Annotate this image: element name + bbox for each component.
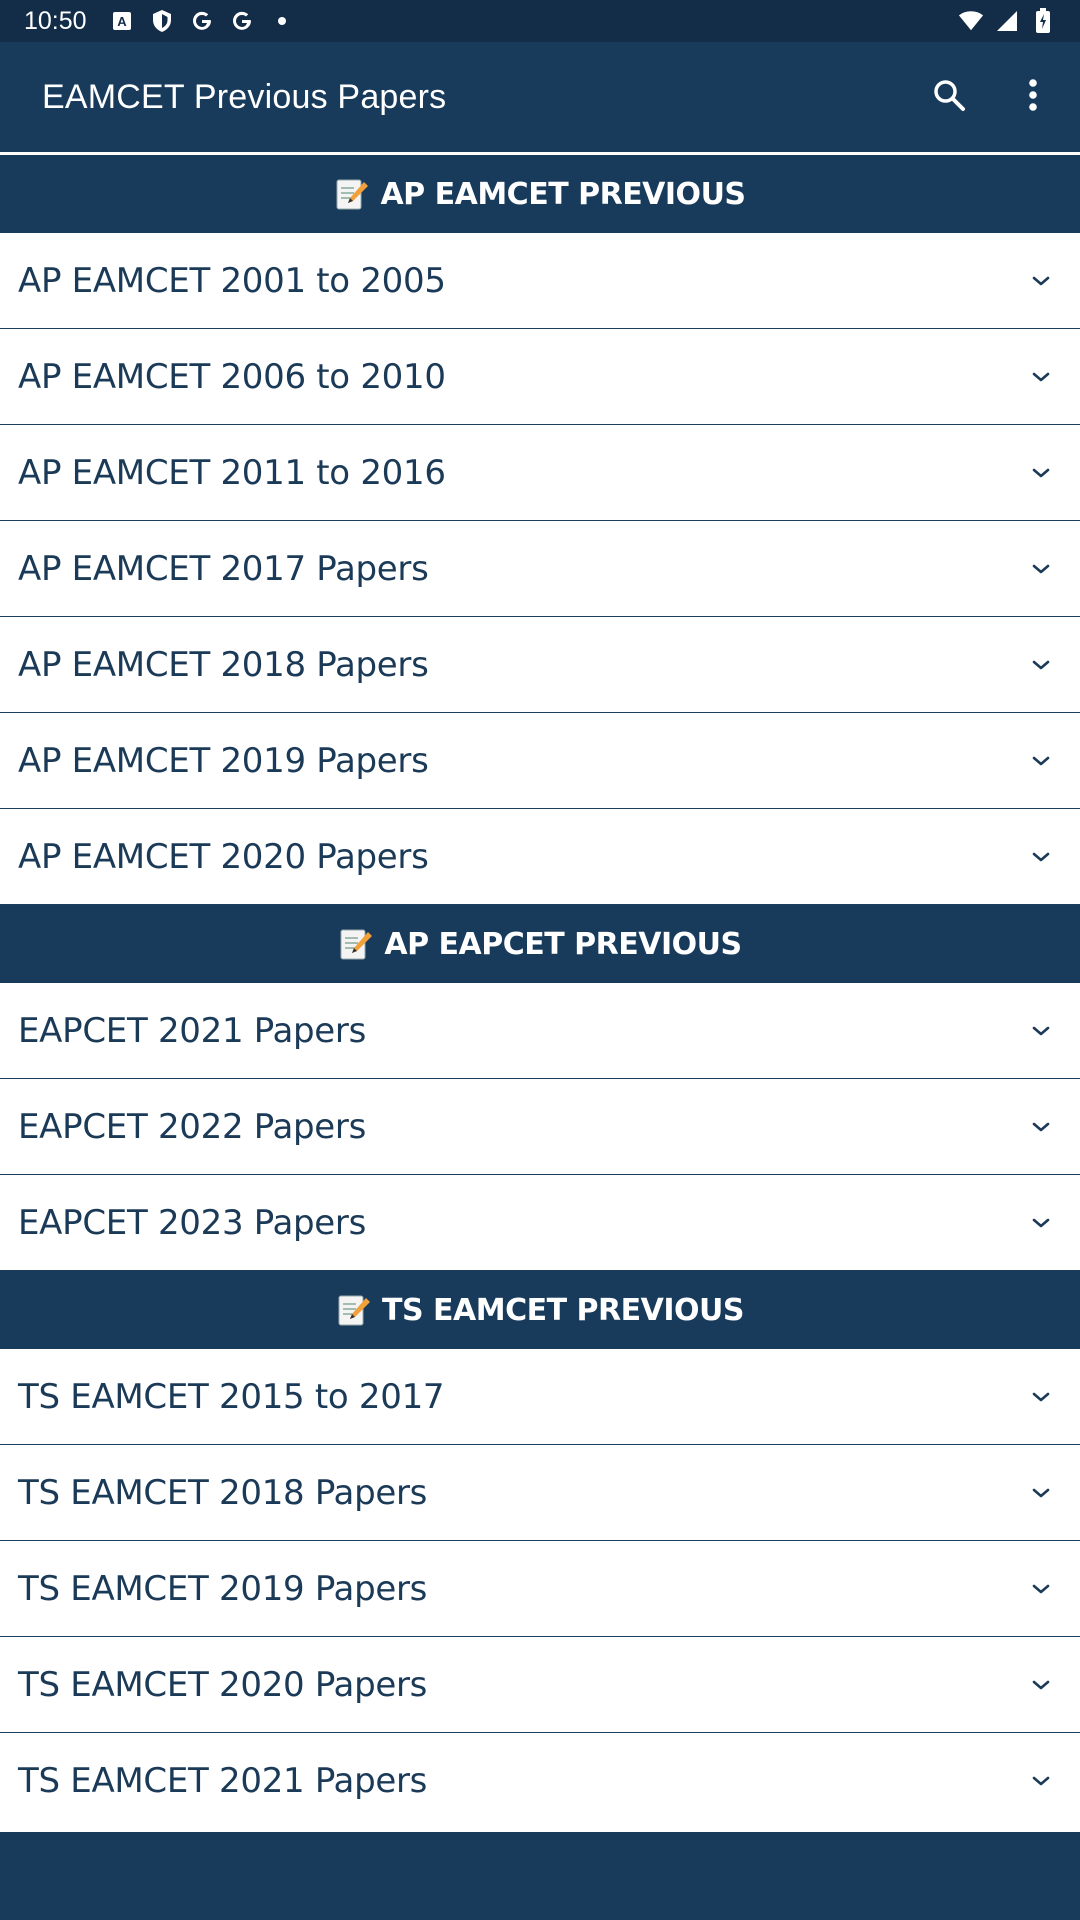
list-item-label: TS EAMCET 2019 Papers <box>18 1568 428 1609</box>
section-title: AP EAPCET PREVIOUS <box>384 926 742 962</box>
signal-icon <box>994 8 1020 34</box>
app-actions <box>912 60 1080 134</box>
chevron-down-icon <box>1026 1016 1056 1046</box>
list-item[interactable]: EAPCET 2021 Papers <box>0 983 1080 1079</box>
chevron-down-icon <box>1026 362 1056 392</box>
list-item-label: AP EAMCET 2006 to 2010 <box>18 356 446 397</box>
status-left: 10:50 A <box>24 7 295 36</box>
section-header-ap-eapcet: AP EAPCET PREVIOUS <box>0 905 1080 983</box>
list-item[interactable]: TS EAMCET 2015 to 2017 <box>0 1349 1080 1445</box>
memo-icon <box>336 1292 372 1328</box>
section-header-ap-eamcet: AP EAMCET PREVIOUS <box>0 155 1080 233</box>
shield-icon <box>149 8 175 34</box>
list-item[interactable]: AP EAMCET 2019 Papers <box>0 713 1080 809</box>
status-right <box>958 8 1056 34</box>
chevron-down-icon <box>1026 1112 1056 1142</box>
chevron-down-icon <box>1026 1670 1056 1700</box>
list-item-label: AP EAMCET 2020 Papers <box>18 836 429 877</box>
bottom-banner-area <box>0 1832 1080 1920</box>
list-item[interactable]: TS EAMCET 2019 Papers <box>0 1541 1080 1637</box>
list-item-label: TS EAMCET 2021 Papers <box>18 1760 428 1801</box>
list-item[interactable]: AP EAMCET 2017 Papers <box>0 521 1080 617</box>
list-item[interactable]: AP EAMCET 2020 Papers <box>0 809 1080 905</box>
chevron-down-icon <box>1026 1382 1056 1412</box>
list-item-label: EAPCET 2022 Papers <box>18 1106 366 1147</box>
chevron-down-icon <box>1026 554 1056 584</box>
list-item[interactable]: AP EAMCET 2011 to 2016 <box>0 425 1080 521</box>
chevron-down-icon <box>1026 1208 1056 1238</box>
google-icon <box>189 8 215 34</box>
wifi-icon <box>958 8 984 34</box>
list-item[interactable]: AP EAMCET 2006 to 2010 <box>0 329 1080 425</box>
list-item-label: EAPCET 2021 Papers <box>18 1010 366 1051</box>
list-item[interactable]: EAPCET 2022 Papers <box>0 1079 1080 1175</box>
chevron-down-icon <box>1026 1766 1056 1796</box>
list-item-label: AP EAMCET 2011 to 2016 <box>18 452 446 493</box>
chevron-down-icon <box>1026 746 1056 776</box>
list-item-label: AP EAMCET 2019 Papers <box>18 740 429 781</box>
app-title: EAMCET Previous Papers <box>42 77 447 116</box>
chevron-down-icon <box>1026 1478 1056 1508</box>
google-icon <box>229 8 255 34</box>
app-bar: EAMCET Previous Papers <box>0 42 1080 152</box>
list-item-label: TS EAMCET 2020 Papers <box>18 1664 428 1705</box>
list-item[interactable]: AP EAMCET 2018 Papers <box>0 617 1080 713</box>
search-button[interactable] <box>912 60 986 134</box>
list-item-label: TS EAMCET 2018 Papers <box>18 1472 428 1513</box>
list-item[interactable]: TS EAMCET 2018 Papers <box>0 1445 1080 1541</box>
dot-icon <box>269 8 295 34</box>
chevron-down-icon <box>1026 266 1056 296</box>
bottom-gap <box>0 1822 1080 1832</box>
section-title: AP EAMCET PREVIOUS <box>380 176 746 212</box>
more-options-button[interactable] <box>996 60 1070 134</box>
chevron-down-icon <box>1026 458 1056 488</box>
chevron-down-icon <box>1026 1574 1056 1604</box>
a-box-icon: A <box>109 8 135 34</box>
battery-icon <box>1030 8 1056 34</box>
search-icon <box>932 78 966 116</box>
status-bar: 10:50 A <box>0 0 1080 42</box>
memo-icon <box>338 926 374 962</box>
section-title: TS EAMCET PREVIOUS <box>382 1292 744 1328</box>
status-time: 10:50 <box>24 6 87 35</box>
list-item-label: EAPCET 2023 Papers <box>18 1202 366 1243</box>
memo-icon <box>334 176 370 212</box>
list-item[interactable]: AP EAMCET 2001 to 2005 <box>0 233 1080 329</box>
list-item-label: AP EAMCET 2001 to 2005 <box>18 260 446 301</box>
chevron-down-icon <box>1026 650 1056 680</box>
list-item-label: TS EAMCET 2015 to 2017 <box>18 1376 445 1417</box>
list-item[interactable]: EAPCET 2023 Papers <box>0 1175 1080 1271</box>
list-item[interactable]: TS EAMCET 2020 Papers <box>0 1637 1080 1733</box>
list-item[interactable]: TS EAMCET 2021 Papers <box>0 1733 1080 1829</box>
svg-text:A: A <box>117 14 127 29</box>
list-item-label: AP EAMCET 2017 Papers <box>18 548 429 589</box>
section-header-ts-eamcet: TS EAMCET PREVIOUS <box>0 1271 1080 1349</box>
more-vert-icon <box>1028 78 1038 116</box>
papers-list: AP EAMCET PREVIOUS AP EAMCET 2001 to 200… <box>0 155 1080 1829</box>
chevron-down-icon <box>1026 842 1056 872</box>
list-item-label: AP EAMCET 2018 Papers <box>18 644 429 685</box>
